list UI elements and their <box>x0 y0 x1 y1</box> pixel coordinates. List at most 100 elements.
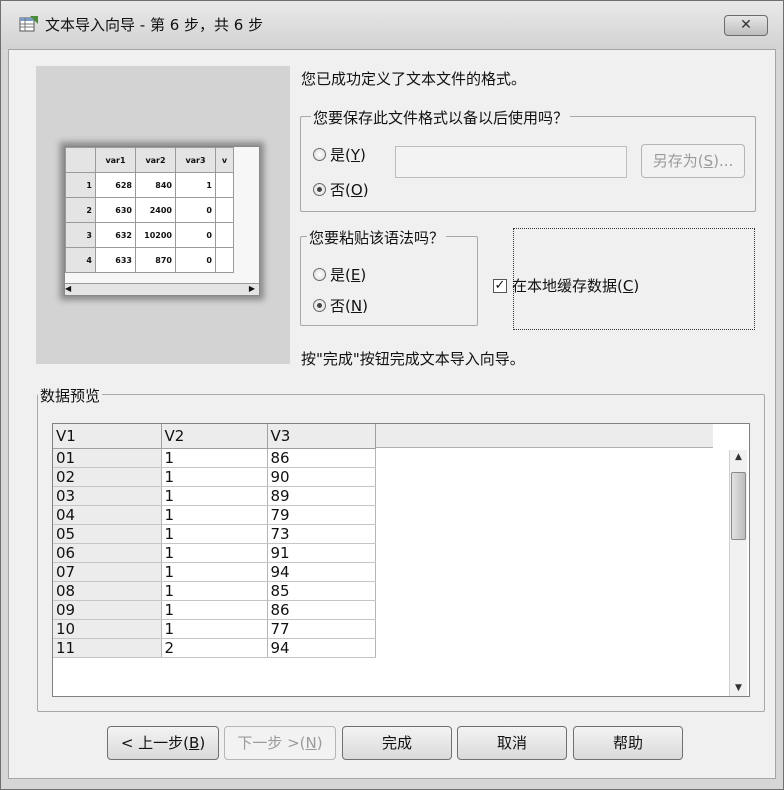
mini-cell: 633 <box>95 247 136 273</box>
scroll-thumb[interactable] <box>731 472 746 540</box>
table-cell[interactable]: 1 <box>161 543 268 563</box>
title-bar[interactable]: 文本导入向导 - 第 6 步，共 6 步 ✕ <box>1 1 783 49</box>
table-cell[interactable]: 1 <box>161 581 268 601</box>
table-cell[interactable]: 1 <box>161 600 268 620</box>
close-button[interactable]: ✕ <box>724 15 768 36</box>
format-filename-input[interactable] <box>395 146 627 178</box>
table-cell[interactable]: 09 <box>53 600 162 620</box>
table-cell[interactable]: 06 <box>53 543 162 563</box>
column-header[interactable]: V1 <box>53 424 162 449</box>
mini-scroll-left-icon: ◀ <box>65 284 72 293</box>
table-cell[interactable]: 11 <box>53 638 162 658</box>
data-preview-group: 数据预览 V1 V2 V3 01 1 86 02 1 90 03 1 89 04 1 79 05 1 73 0… <box>37 385 765 712</box>
table-cell[interactable]: 1 <box>161 448 268 468</box>
table-cell[interactable]: 08 <box>53 581 162 601</box>
table-cell[interactable]: 90 <box>267 467 376 487</box>
table-cell[interactable]: 07 <box>53 562 162 582</box>
close-icon: ✕ <box>740 17 752 33</box>
scroll-up-icon[interactable]: ▲ <box>731 450 746 465</box>
wizard-body: var1 var2 var3 v 1 628 840 1 2 630 2400 0 3 632 10200… <box>8 49 776 779</box>
table-cell[interactable]: 86 <box>267 600 376 620</box>
table-row[interactable]: 03 1 89 <box>53 486 376 506</box>
table-row[interactable]: 09 1 86 <box>53 600 376 620</box>
cache-data-checkbox[interactable]: ✓ 在本地缓存数据(C) <box>493 275 639 296</box>
mini-cell <box>215 247 234 273</box>
mini-column-header: var3 <box>175 147 216 173</box>
table-row[interactable]: 06 1 91 <box>53 543 376 563</box>
mini-row: 2 630 2400 0 <box>65 197 234 223</box>
table-cell[interactable]: 1 <box>161 524 268 544</box>
table-cell[interactable]: 86 <box>267 448 376 468</box>
wizard-app-icon <box>19 16 38 32</box>
data-preview-grid[interactable]: V1 V2 V3 01 1 86 02 1 90 03 1 89 04 1 79 05 1 73 06 1 91 0… <box>52 423 750 697</box>
table-cell[interactable]: 1 <box>161 467 268 487</box>
table-row[interactable]: 04 1 79 <box>53 505 376 525</box>
mini-cell: 840 <box>135 172 176 198</box>
table-cell[interactable]: 04 <box>53 505 162 525</box>
text-import-wizard-window: 文本导入向导 - 第 6 步，共 6 步 ✕ var1 var2 var3 v 1 62… <box>0 0 784 790</box>
mini-cell <box>215 172 234 198</box>
table-cell[interactable]: 1 <box>161 562 268 582</box>
table-cell[interactable]: 03 <box>53 486 162 506</box>
table-row[interactable]: 07 1 94 <box>53 562 376 582</box>
mini-cell: 630 <box>95 197 136 223</box>
help-button[interactable]: 帮助 <box>573 726 683 760</box>
table-cell[interactable]: 1 <box>161 486 268 506</box>
mini-cell: 2400 <box>135 197 176 223</box>
save-format-yes-radio[interactable]: 是(Y) <box>313 144 366 165</box>
table-cell[interactable]: 05 <box>53 524 162 544</box>
table-row[interactable]: 01 1 86 <box>53 448 376 468</box>
next-button[interactable]: 下一步 >(N) <box>224 726 336 760</box>
finish-button[interactable]: 完成 <box>342 726 452 760</box>
paste-syntax-group: 您要粘贴该语法吗？ 是(E) 否(N) <box>300 227 478 326</box>
table-cell[interactable]: 89 <box>267 486 376 506</box>
mini-data-grid-image: var1 var2 var3 v 1 628 840 1 2 630 2400 0 3 632 10200… <box>64 146 260 296</box>
table-row[interactable]: 10 1 77 <box>53 619 376 639</box>
table-cell[interactable]: 1 <box>161 619 268 639</box>
mini-column-header: var1 <box>95 147 136 173</box>
paste-syntax-legend: 您要粘贴该语法吗？ <box>307 227 447 248</box>
column-header[interactable]: V2 <box>161 424 268 449</box>
table-cell[interactable]: 2 <box>161 638 268 658</box>
save-as-button[interactable]: 另存为(S)... <box>641 144 745 178</box>
table-cell[interactable]: 1 <box>161 505 268 525</box>
paste-syntax-yes-radio[interactable]: 是(E) <box>313 264 366 285</box>
radio-label: 是 <box>330 266 346 284</box>
mini-cell <box>215 197 234 223</box>
mini-table: var1 var2 var3 v 1 628 840 1 2 630 2400 0 3 632 10200… <box>65 147 234 273</box>
save-format-no-radio[interactable]: 否(O) <box>313 179 369 200</box>
shortcut-key: B <box>189 734 200 752</box>
radio-unselected-icon <box>313 148 326 161</box>
table-row[interactable]: 05 1 73 <box>53 524 376 544</box>
table-row[interactable]: 08 1 85 <box>53 581 376 601</box>
table-cell[interactable]: 91 <box>267 543 376 563</box>
table-row[interactable]: 11 2 94 <box>53 638 376 658</box>
radio-label: 否 <box>330 181 346 199</box>
shortcut-key: O <box>350 180 363 199</box>
cancel-button[interactable]: 取消 <box>457 726 567 760</box>
back-button[interactable]: < 上一步(B) <box>107 726 219 760</box>
table-cell[interactable]: 85 <box>267 581 376 601</box>
table-cell[interactable]: 73 <box>267 524 376 544</box>
column-header[interactable]: V3 <box>267 424 376 449</box>
radio-selected-icon <box>313 299 326 312</box>
table-cell[interactable]: 01 <box>53 448 162 468</box>
table-cell[interactable]: 02 <box>53 467 162 487</box>
table-cell[interactable]: 79 <box>267 505 376 525</box>
radio-selected-icon <box>313 183 326 196</box>
table-cell[interactable]: 94 <box>267 562 376 582</box>
data-preview-table: V1 V2 V3 01 1 86 02 1 90 03 1 89 04 1 79 05 1 73 06 1 91 0… <box>53 424 376 658</box>
table-cell[interactable]: 10 <box>53 619 162 639</box>
mini-cell: 0 <box>175 247 216 273</box>
table-row[interactable]: 02 1 90 <box>53 467 376 487</box>
mini-column-header: var2 <box>135 147 176 173</box>
paste-syntax-no-radio[interactable]: 否(N) <box>313 295 368 316</box>
data-preview-legend: 数据预览 <box>38 385 103 406</box>
mini-scrollbar: ◀ ▶ <box>65 283 259 295</box>
mini-row-number: 2 <box>65 197 96 223</box>
table-cell[interactable]: 94 <box>267 638 376 658</box>
table-cell[interactable]: 77 <box>267 619 376 639</box>
scroll-down-icon[interactable]: ▼ <box>731 681 746 696</box>
mini-cell: 632 <box>95 222 136 248</box>
vertical-scrollbar[interactable]: ▲ ▼ <box>729 450 747 696</box>
